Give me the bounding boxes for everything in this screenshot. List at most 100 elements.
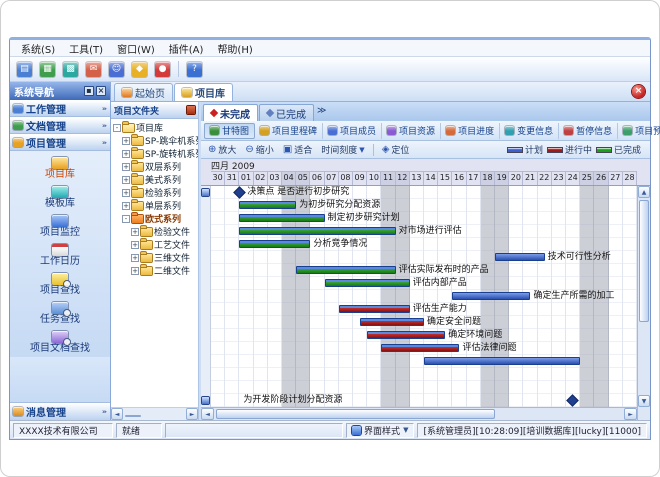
- menu-plugins[interactable]: 插件(A): [162, 41, 211, 56]
- gantt-bar[interactable]: [495, 253, 545, 261]
- tree-item[interactable]: +三维文件: [113, 251, 198, 264]
- org-tree-button[interactable]: ▩: [61, 60, 80, 79]
- scroll-thumb[interactable]: [216, 409, 495, 419]
- tree-item[interactable]: -欧式系列: [113, 212, 198, 225]
- view-changes-button[interactable]: 变更信息: [500, 123, 559, 139]
- tree-item[interactable]: +工艺文件: [113, 238, 198, 251]
- gantt-bar[interactable]: [296, 266, 395, 274]
- tree-item[interactable]: +美式系列: [113, 173, 198, 186]
- expand-icon[interactable]: +: [122, 189, 130, 197]
- expand-icon[interactable]: +: [122, 150, 130, 158]
- nav-pin-icon[interactable]: ▪: [84, 86, 94, 96]
- panel-document-management[interactable]: 文档管理»: [10, 117, 110, 134]
- tree-hscrollbar[interactable]: ◄ ►: [111, 407, 198, 420]
- gantt-bar[interactable]: [325, 279, 410, 287]
- time-scale-dropdown[interactable]: 时间刻度▼: [318, 142, 367, 157]
- menu-tools[interactable]: 工具(T): [62, 41, 110, 56]
- scroll-thumb[interactable]: [125, 415, 141, 417]
- gantt-bar[interactable]: [360, 318, 424, 326]
- panel-project-management[interactable]: 项目管理»: [10, 134, 110, 151]
- locate-button[interactable]: ◈定位: [379, 142, 413, 157]
- zoom-in-button[interactable]: ⊕放大: [205, 142, 239, 157]
- gantt-bar[interactable]: [381, 344, 459, 352]
- view-members-button[interactable]: 项目成员: [323, 123, 382, 139]
- gantt-bar[interactable]: [424, 357, 580, 365]
- view-pauses-button[interactable]: 暂停信息: [559, 123, 618, 139]
- nav-item-template-library[interactable]: 模板库: [10, 183, 110, 212]
- gantt-bar[interactable]: [239, 201, 296, 209]
- expand-icon[interactable]: +: [122, 137, 130, 145]
- tab-start-page[interactable]: 起始页: [114, 83, 173, 101]
- ui-style-combobox[interactable]: 界面样式 ▼: [346, 423, 414, 438]
- scroll-down-icon[interactable]: ▼: [638, 395, 650, 407]
- workspace-button[interactable]: ▦: [38, 60, 57, 79]
- zoom-out-button[interactable]: ⊖缩小: [242, 142, 276, 157]
- tree-item[interactable]: +单层系列: [113, 199, 198, 212]
- tree-item[interactable]: -项目库: [113, 121, 198, 134]
- tree-item[interactable]: +二维文件: [113, 264, 198, 277]
- close-tab-button[interactable]: ×: [632, 85, 645, 98]
- scroll-right-icon[interactable]: ►: [624, 408, 637, 420]
- tree-item[interactable]: +SP-旋转机系列: [113, 147, 198, 160]
- scroll-left-icon[interactable]: ◄: [111, 408, 123, 420]
- nav-item-project-doc-search[interactable]: 项目文档查找: [10, 328, 110, 357]
- task-row-icon[interactable]: [202, 397, 209, 404]
- view-milestones-button[interactable]: 项目里程碑: [255, 123, 323, 139]
- expand-icon[interactable]: +: [122, 202, 130, 210]
- filter-finished[interactable]: 已完成: [259, 104, 314, 121]
- gantt-bar[interactable]: [367, 331, 445, 339]
- panel-work-management[interactable]: 工作管理»: [10, 100, 110, 117]
- mail-button[interactable]: ✉: [84, 60, 103, 79]
- user-button[interactable]: ☺: [107, 60, 126, 79]
- nav-close-icon[interactable]: ×: [96, 86, 106, 96]
- view-resources-button[interactable]: 项目资源: [382, 123, 441, 139]
- gantt-bar[interactable]: [239, 227, 395, 235]
- expand-icon[interactable]: +: [131, 254, 139, 262]
- gantt-hscrollbar[interactable]: ◄ ►: [201, 407, 637, 420]
- menu-system[interactable]: 系统(S): [14, 41, 62, 56]
- scroll-up-icon[interactable]: ▲: [638, 186, 650, 198]
- message-management-panel[interactable]: 消息管理 »: [10, 402, 110, 420]
- nav-item-project-library[interactable]: 项目库: [10, 154, 110, 183]
- nav-item-work-calendar[interactable]: 工作日历: [10, 241, 110, 270]
- filter-unfinished[interactable]: 未完成: [203, 104, 258, 121]
- pin-icon[interactable]: [187, 106, 195, 114]
- modules-button[interactable]: ▤: [15, 60, 34, 79]
- expand-icon[interactable]: +: [122, 176, 130, 184]
- expand-icon[interactable]: +: [131, 228, 139, 236]
- task-row-icon[interactable]: [202, 189, 209, 196]
- collapse-icon[interactable]: -: [113, 124, 121, 132]
- view-progress-button[interactable]: 项目进度: [441, 123, 500, 139]
- help-button[interactable]: ?: [185, 60, 204, 79]
- expand-icon[interactable]: +: [131, 267, 139, 275]
- nav-item-project-search[interactable]: 项目查找: [10, 270, 110, 299]
- gantt-bar[interactable]: [452, 292, 530, 300]
- gantt-bar[interactable]: [239, 214, 324, 222]
- view-gantt-button[interactable]: 甘特图: [204, 123, 255, 139]
- more-filters-icon[interactable]: ≫: [315, 106, 330, 118]
- scroll-thumb[interactable]: [639, 200, 649, 322]
- expand-icon[interactable]: +: [122, 163, 130, 171]
- milestone-icon[interactable]: [235, 188, 245, 198]
- nav-item-task-search[interactable]: 任务查找: [10, 299, 110, 328]
- tree-item[interactable]: +检验文件: [113, 225, 198, 238]
- menu-help[interactable]: 帮助(H): [210, 41, 259, 56]
- expand-icon[interactable]: +: [131, 241, 139, 249]
- gantt-vscrollbar[interactable]: ▲ ▼: [637, 186, 650, 420]
- tree-item[interactable]: +SP-跳伞机系列: [113, 134, 198, 147]
- milestone-icon[interactable]: [568, 396, 578, 406]
- tab-project-library[interactable]: 项目库: [174, 83, 233, 101]
- fit-button[interactable]: ▣适合: [280, 142, 315, 157]
- tree-item[interactable]: +双层系列: [113, 160, 198, 173]
- gantt-bar[interactable]: [339, 305, 410, 313]
- view-budget-button[interactable]: 项目预算: [618, 123, 660, 139]
- tree-item[interactable]: +检验系列: [113, 186, 198, 199]
- lock-button[interactable]: ◆: [130, 60, 149, 79]
- collapse-icon[interactable]: -: [122, 215, 130, 223]
- alert-button[interactable]: ●: [153, 60, 172, 79]
- menu-window[interactable]: 窗口(W): [110, 41, 162, 56]
- scroll-left-icon[interactable]: ◄: [201, 408, 214, 420]
- gantt-bar[interactable]: [239, 240, 310, 248]
- scroll-right-icon[interactable]: ►: [186, 408, 198, 420]
- nav-item-project-monitor[interactable]: 项目监控: [10, 212, 110, 241]
